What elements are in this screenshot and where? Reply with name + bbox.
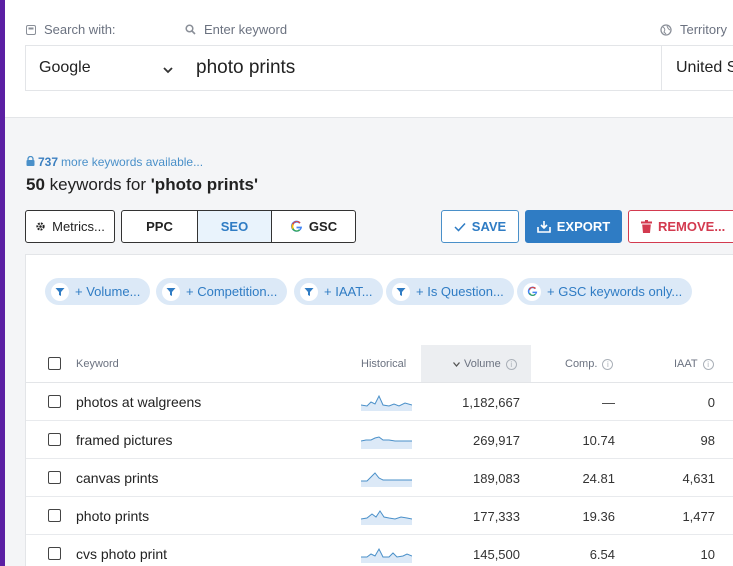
table-row[interactable]: canvas prints 189,083 24.81 4,631 — [26, 459, 733, 497]
row-checkbox[interactable] — [48, 433, 61, 446]
lock-icon — [26, 155, 35, 169]
historical-sparkline — [361, 436, 412, 449]
historical-sparkline — [361, 472, 412, 487]
volume-cell: 145,500 — [473, 547, 520, 562]
keyword-cell[interactable]: cvs photo print — [76, 546, 167, 562]
more-keywords-link[interactable]: 737 more keywords available... — [26, 155, 203, 169]
trash-icon — [641, 220, 652, 233]
engine-icon — [26, 24, 36, 35]
gsc-tab[interactable]: GSC — [272, 211, 355, 242]
filter-chip-gsc[interactable]: + GSC keywords only... — [517, 278, 693, 305]
volume-cell: 189,083 — [473, 471, 520, 486]
volume-cell: 269,917 — [473, 433, 520, 448]
filter-chip-is-question[interactable]: + Is Question... — [386, 278, 514, 305]
info-icon: i — [505, 358, 517, 370]
keyword-cell[interactable]: photo prints — [76, 508, 149, 524]
table-row[interactable]: cvs photo print 145,500 6.54 10 — [26, 535, 733, 566]
seo-tab[interactable]: SEO — [198, 211, 272, 242]
keyword-cell[interactable]: canvas prints — [76, 470, 158, 486]
select-all-checkbox[interactable] — [48, 357, 61, 370]
check-icon — [454, 222, 466, 232]
export-icon — [536, 220, 551, 233]
filter-chip-iaat[interactable]: + IAAT... — [294, 278, 383, 305]
iaat-cell: 4,631 — [682, 471, 715, 486]
keyword-cell[interactable]: photos at walgreens — [76, 394, 201, 410]
historical-sparkline — [361, 394, 412, 411]
keyword-cell[interactable]: framed pictures — [76, 432, 172, 448]
globe-icon — [660, 23, 672, 36]
google-icon — [290, 220, 303, 233]
info-icon: i — [602, 358, 614, 370]
keyword-input[interactable]: photo prints — [185, 45, 662, 91]
export-button[interactable]: EXPORT — [525, 210, 622, 243]
ppc-tab[interactable]: PPC — [122, 211, 198, 242]
historical-column-header[interactable]: Historical — [361, 358, 406, 370]
territory-select[interactable]: United S — [661, 45, 733, 91]
chevron-down-icon — [163, 61, 173, 79]
volume-cell: 1,182,667 — [462, 395, 520, 410]
comp-cell: 6.54 — [589, 547, 615, 562]
filter-icon — [162, 282, 180, 301]
historical-sparkline — [361, 510, 412, 525]
row-checkbox[interactable] — [48, 471, 61, 484]
metrics-button[interactable]: Metrics... — [25, 210, 115, 243]
comp-cell: 19.36 — [582, 509, 615, 524]
search-icon — [185, 24, 196, 35]
volume-column-header[interactable]: Volume i — [453, 358, 517, 370]
mode-toggle: PPC SEO GSC — [121, 210, 356, 243]
comp-cell: 10.74 — [582, 433, 615, 448]
historical-sparkline — [361, 547, 412, 563]
search-panel: Search with: Enter keyword Territory Goo… — [5, 0, 733, 118]
gear-icon — [35, 221, 46, 232]
keyword-column-header[interactable]: Keyword — [76, 358, 119, 370]
google-icon — [523, 282, 541, 301]
iaat-cell: 10 — [700, 547, 715, 562]
filter-icon — [300, 282, 318, 301]
iaat-cell: 0 — [707, 395, 715, 410]
territory-label: Territory — [660, 22, 727, 37]
results-card: + Volume... + Competition... + IAAT... +… — [25, 254, 733, 566]
search-engine-select[interactable]: Google — [25, 45, 186, 91]
iaat-column-header[interactable]: IAAT i — [674, 358, 714, 370]
iaat-cell: 1,477 — [682, 509, 715, 524]
save-button[interactable]: SAVE — [441, 210, 519, 243]
row-checkbox[interactable] — [48, 509, 61, 522]
table-row[interactable]: framed pictures 269,917 10.74 98 — [26, 421, 733, 459]
results-heading: 50 keywords for 'photo prints' — [26, 175, 258, 194]
row-checkbox[interactable] — [48, 547, 61, 560]
volume-cell: 177,333 — [473, 509, 520, 524]
table-row[interactable]: photo prints 177,333 19.36 1,477 — [26, 497, 733, 535]
filter-icon — [51, 282, 69, 301]
keyword-label: Enter keyword — [185, 22, 287, 37]
filter-chip-volume[interactable]: + Volume... — [45, 278, 151, 305]
search-with-label: Search with: — [26, 22, 116, 37]
comp-cell: — — [602, 395, 615, 410]
info-icon: i — [702, 358, 714, 370]
table-header: Keyword Historical Volume i Comp. i IAAT… — [26, 345, 733, 383]
remove-button[interactable]: REMOVE... — [628, 210, 733, 243]
comp-cell: 24.81 — [582, 471, 615, 486]
filter-icon — [392, 282, 410, 301]
sort-desc-icon — [453, 361, 460, 367]
filter-chip-competition[interactable]: + Competition... — [156, 278, 288, 305]
table-row[interactable]: photos at walgreens 1,182,667 — 0 — [26, 383, 733, 421]
iaat-cell: 98 — [700, 433, 715, 448]
comp-column-header[interactable]: Comp. i — [565, 358, 614, 370]
row-checkbox[interactable] — [48, 395, 61, 408]
